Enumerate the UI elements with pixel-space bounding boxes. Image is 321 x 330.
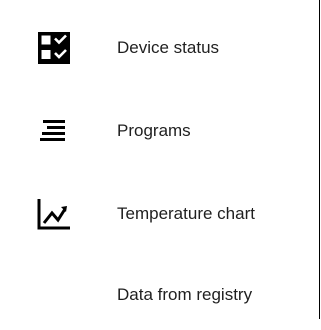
- menu-item-device-status[interactable]: Device status: [0, 13, 319, 83]
- menu-item-label: Device status: [117, 38, 220, 57]
- navigation-menu: Device status Programs Temperature chart…: [0, 0, 320, 319]
- checklist-icon: [34, 28, 74, 68]
- menu-item-label: Programs: [117, 121, 191, 140]
- menu-item-label: Data from registry: [117, 285, 253, 304]
- menu-item-data-from-registry[interactable]: Data from registry: [0, 260, 319, 330]
- lines-icon: [34, 111, 74, 151]
- menu-item-temperature-chart[interactable]: Temperature chart: [0, 179, 319, 249]
- line-chart-icon: [34, 194, 74, 234]
- menu-item-label: Temperature chart: [117, 204, 255, 223]
- menu-item-programs[interactable]: Programs: [0, 96, 319, 166]
